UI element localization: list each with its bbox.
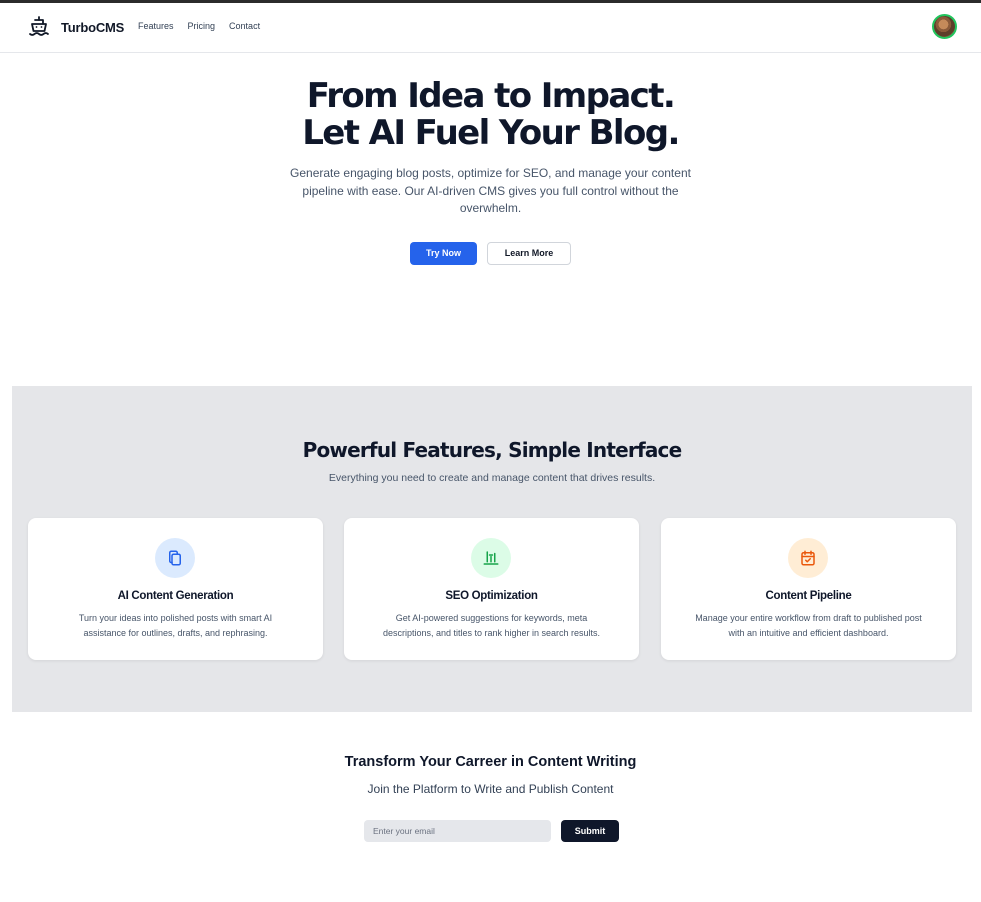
hero-title: From Idea to Impact. Let AI Fuel Your Bl… bbox=[0, 78, 981, 152]
feature-card-seo: SEO Optimization Get AI-powered suggesti… bbox=[344, 518, 639, 660]
features-title: Powerful Features, Simple Interface bbox=[302, 438, 683, 462]
feature-card-title: SEO Optimization bbox=[445, 590, 538, 602]
brand-name: TurboCMS bbox=[61, 19, 125, 35]
document-copy-icon bbox=[155, 538, 195, 578]
feature-card-title: Content Pipeline bbox=[765, 590, 852, 602]
features-subtitle: Everything you need to create and manage… bbox=[328, 472, 656, 484]
nav-item-pricing[interactable]: Pricing bbox=[188, 21, 216, 31]
brand-link[interactable]: TurboCMS bbox=[27, 15, 124, 39]
learn-more-button[interactable]: Learn More bbox=[487, 241, 571, 265]
feature-card-description: Manage your entire workflow from draft t… bbox=[695, 613, 922, 638]
calendar-check-icon bbox=[788, 538, 828, 578]
feature-card-ai-content: AI Content Generation Turn your ideas in… bbox=[28, 518, 323, 660]
hero-title-line-1: From Idea to Impact. bbox=[306, 76, 676, 116]
signup-lead: Join the Platform to Write and Publish C… bbox=[367, 782, 614, 796]
feature-card-pipeline: Content Pipeline Manage your entire work… bbox=[661, 518, 956, 660]
nav-item-contact[interactable]: Contact bbox=[229, 21, 260, 31]
hero-description: Generate engaging blog posts, optimize f… bbox=[290, 166, 691, 215]
signup-section: Transform Your Carreer in Content Writin… bbox=[0, 754, 981, 842]
ship-icon bbox=[27, 15, 51, 39]
nav-item-features[interactable]: Features bbox=[138, 21, 174, 31]
email-field[interactable] bbox=[364, 820, 551, 842]
user-avatar[interactable] bbox=[932, 14, 957, 39]
feature-card-title: AI Content Generation bbox=[117, 590, 234, 602]
hero-actions: Try Now Learn More bbox=[0, 241, 981, 265]
chart-bars-icon bbox=[471, 538, 511, 578]
feature-card-description: Get AI-powered suggestions for keywords,… bbox=[382, 613, 601, 638]
feature-card-description: Turn your ideas into polished posts with… bbox=[78, 613, 273, 638]
signup-title: Transform Your Carreer in Content Writin… bbox=[344, 754, 637, 770]
hero-section: From Idea to Impact. Let AI Fuel Your Bl… bbox=[0, 78, 981, 265]
hero-title-line-2: Let AI Fuel Your Blog. bbox=[302, 113, 680, 153]
try-now-button[interactable]: Try Now bbox=[410, 241, 477, 265]
signup-form: Submit bbox=[364, 820, 619, 842]
site-header: TurboCMS Features Pricing Contact bbox=[0, 3, 981, 53]
submit-button[interactable]: Submit bbox=[561, 820, 619, 842]
features-section: Powerful Features, Simple Interface Ever… bbox=[12, 386, 972, 712]
main-nav: Features Pricing Contact bbox=[138, 21, 274, 31]
